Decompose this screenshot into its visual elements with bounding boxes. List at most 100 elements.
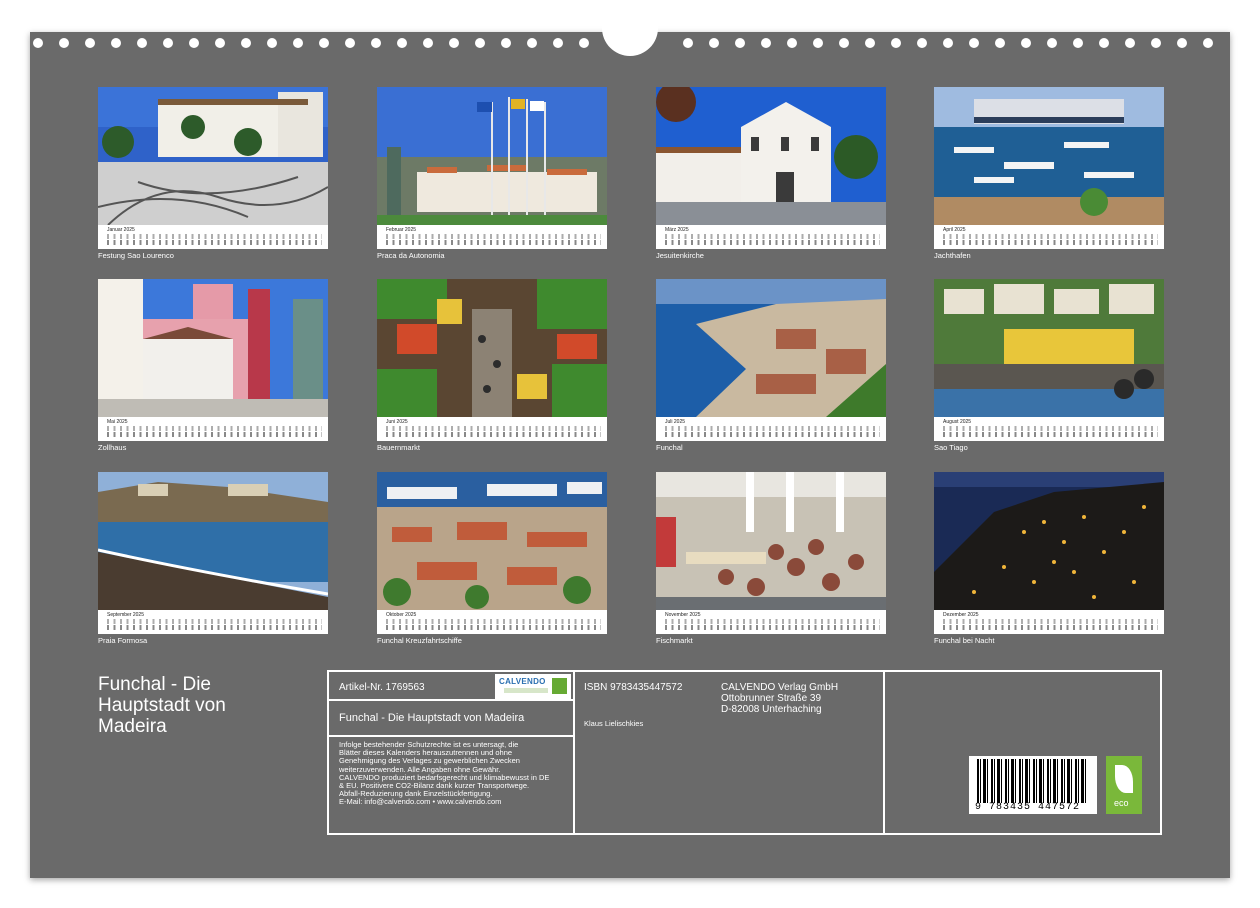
- calendar-grid: Juli 2025: [656, 417, 886, 441]
- binding-hole: [1151, 38, 1161, 48]
- binding-hole: [865, 38, 875, 48]
- logo-mark-icon: [552, 678, 567, 694]
- month-label: August 2025: [943, 419, 972, 425]
- photo-bauernmarkt: [377, 279, 607, 417]
- month-tile-juli: Juli 2025 Funchal: [656, 279, 886, 452]
- photo-praia-formosa: [98, 472, 328, 610]
- photo-caption: Festung Sao Lourenco: [98, 251, 174, 260]
- calendar-grid: November 2025: [656, 610, 886, 634]
- calendar-grid: Februar 2025: [377, 225, 607, 249]
- binding-hole: [891, 38, 901, 48]
- month-label: März 2025: [665, 227, 689, 233]
- binding-hole: [215, 38, 225, 48]
- isbn: ISBN 9783435447572: [584, 682, 683, 693]
- binding-hole: [917, 38, 927, 48]
- photo-caption: Funchal Kreuzfahrtschiffe: [377, 636, 462, 645]
- binding-hole: [293, 38, 303, 48]
- calendar-grid: Oktober 2025: [377, 610, 607, 634]
- binding-hole: [449, 38, 459, 48]
- month-label: September 2025: [107, 612, 144, 618]
- calendar-back-cover: Januar 2025 Festung Sao Lourenco Februar…: [30, 24, 1230, 878]
- month-tile-november: November 2025 Fischmarkt: [656, 472, 886, 645]
- calendar-title: Funchal - Die Hauptstadt von Madeira: [98, 674, 226, 737]
- photo-jachthafen: [934, 87, 1164, 225]
- eco-badge: eco: [1106, 756, 1142, 814]
- photo-caption: Praca da Autonomia: [377, 251, 445, 260]
- publisher-address: CALVENDO Verlag GmbH Ottobrunner Straße …: [721, 682, 839, 715]
- binding-hole: [59, 38, 69, 48]
- binding-hole: [501, 38, 511, 48]
- month-tile-dezember: Dezember 2025 Funchal bei Nacht: [934, 472, 1164, 645]
- calendar-grid: März 2025: [656, 225, 886, 249]
- photo-caption: Fischmarkt: [656, 636, 693, 645]
- calendar-grid: Januar 2025: [98, 225, 328, 249]
- month-tile-juni: Juni 2025 Bauernmarkt: [377, 279, 607, 452]
- month-label: April 2025: [943, 227, 966, 233]
- author: Klaus Lielischkies: [584, 719, 644, 728]
- barcode-number: 9 783435 447572: [975, 802, 1081, 813]
- binding-hole: [345, 38, 355, 48]
- photo-caption: Jachthafen: [934, 251, 971, 260]
- binding-hole: [1099, 38, 1109, 48]
- calendar-grid: April 2025: [934, 225, 1164, 249]
- binding-hole: [137, 38, 147, 48]
- binding-hole: [813, 38, 823, 48]
- binding-hole: [1177, 38, 1187, 48]
- photo-funchal-kreuzfahrtschiffe: [377, 472, 607, 610]
- binding-hole: [85, 38, 95, 48]
- month-label: Januar 2025: [107, 227, 135, 233]
- photo-fischmarkt: [656, 472, 886, 610]
- calendar-grid: September 2025: [98, 610, 328, 634]
- photo-praca-da-autonomia: [377, 87, 607, 225]
- binding-hole: [839, 38, 849, 48]
- leaf-icon: [1115, 765, 1133, 793]
- month-tile-september: September 2025 Praia Formosa: [98, 472, 328, 645]
- logo-wordmark: CALVENDO: [499, 677, 546, 686]
- photo-caption: Sao Tiago: [934, 443, 968, 452]
- binding-hole: [553, 38, 563, 48]
- calvendo-logo: CALVENDO: [495, 674, 571, 699]
- month-tile-oktober: Oktober 2025 Funchal Kreuzfahrtschiffe: [377, 472, 607, 645]
- binding-hole: [475, 38, 485, 48]
- month-label: Februar 2025: [386, 227, 417, 233]
- month-label: Juli 2025: [665, 419, 686, 425]
- photo-festung-sao-lourenco: [98, 87, 328, 225]
- binding-hole: [397, 38, 407, 48]
- photo-caption: Funchal bei Nacht: [934, 636, 995, 645]
- binding-hole: [319, 38, 329, 48]
- binding-hole: [1021, 38, 1031, 48]
- month-label: Oktober 2025: [386, 612, 417, 618]
- binding-hole: [267, 38, 277, 48]
- binding-hole: [111, 38, 121, 48]
- product-info-box: Artikel-Nr. 1769563 CALVENDO Funchal - D…: [327, 670, 1162, 835]
- photo-caption: Bauernmarkt: [377, 443, 420, 452]
- binding-hole: [683, 38, 693, 48]
- photo-zollhaus: [98, 279, 328, 417]
- calendar-grid: August 2025: [934, 417, 1164, 441]
- calendar-grid: Mai 2025: [98, 417, 328, 441]
- month-label: Dezember 2025: [943, 612, 979, 618]
- photo-caption: Jesuitenkirche: [656, 251, 704, 260]
- binding-hole: [423, 38, 433, 48]
- calendar-grid: Dezember 2025: [934, 610, 1164, 634]
- photo-caption: Praia Formosa: [98, 636, 148, 645]
- binding-hole: [787, 38, 797, 48]
- month-label: Juni 2025: [386, 419, 408, 425]
- month-tile-februar: Februar 2025 Praca da Autonomia: [377, 87, 607, 260]
- month-label: November 2025: [665, 612, 701, 618]
- legal-notice: Infolge bestehender Schutzrechte ist es …: [339, 740, 550, 807]
- binding-hole: [1203, 38, 1213, 48]
- month-label: Mai 2025: [107, 419, 128, 425]
- isbn-barcode: 9 783435 447572: [969, 756, 1097, 814]
- binding-hole: [761, 38, 771, 48]
- month-tile-august: August 2025 Sao Tiago: [934, 279, 1164, 452]
- binding-hole: [33, 38, 43, 48]
- photo-caption: Zollhaus: [98, 443, 127, 452]
- binding-hole: [1047, 38, 1057, 48]
- photo-funchal: [656, 279, 886, 417]
- month-tile-januar: Januar 2025 Festung Sao Lourenco: [98, 87, 328, 260]
- eco-label: eco: [1114, 798, 1129, 808]
- month-tile-mai: Mai 2025 Zollhaus: [98, 279, 328, 452]
- photo-jesuitenkirche: [656, 87, 886, 225]
- photo-caption: Funchal: [656, 443, 683, 452]
